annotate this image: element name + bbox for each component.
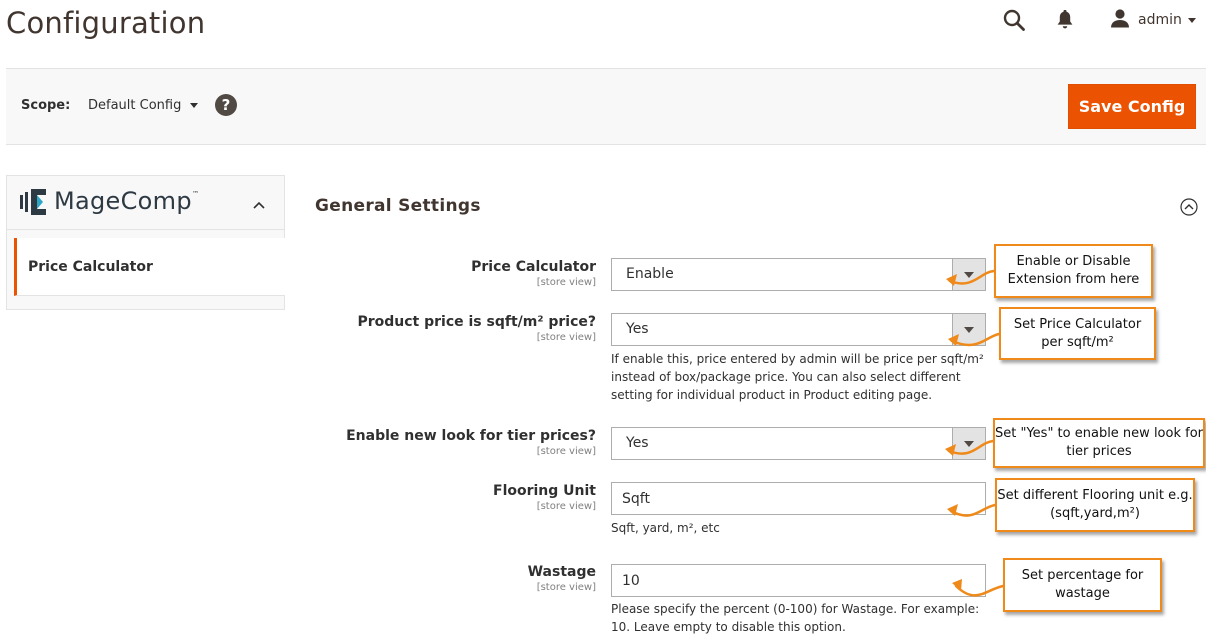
dropdown-arrow-icon: [952, 428, 985, 459]
user-icon: [1110, 8, 1130, 32]
brand-trademark: ™: [192, 190, 199, 198]
brand-name: MageComp: [54, 187, 192, 215]
wastage-input[interactable]: [611, 564, 986, 597]
select-value: Enable: [626, 266, 674, 282]
chevron-down-icon: [190, 103, 199, 108]
field-label-sqft-price: Product price is sqft/m² price?: [357, 314, 596, 330]
field-scope-hint: [store view]: [536, 277, 596, 288]
scope-label: Scope:: [21, 98, 71, 113]
config-sidebar: MageComp ™ Price Calculator: [6, 175, 285, 310]
sidebar-divider: [7, 229, 284, 230]
select-value: Yes: [626, 321, 649, 337]
field-label-tier-prices: Enable new look for tier prices?: [346, 428, 596, 444]
field-scope-hint: [store view]: [536, 446, 596, 457]
field-scope-hint: [store view]: [536, 501, 596, 512]
flooring-unit-input[interactable]: [611, 482, 986, 515]
price-calculator-select[interactable]: Enable: [611, 258, 986, 291]
field-label-flooring-unit: Flooring Unit: [493, 483, 596, 499]
callout-enable-extension: Enable or Disable Extension from here: [994, 244, 1153, 298]
user-name: admin: [1138, 12, 1182, 28]
field-label-price-calculator: Price Calculator: [471, 259, 596, 275]
callout-sqft-price: Set Price Calculator per sqft/m²: [999, 307, 1156, 360]
callout-tier-prices: Set "Yes" to enable new look for tier pr…: [993, 418, 1205, 468]
scope-switcher[interactable]: Default Config: [88, 98, 199, 113]
dropdown-arrow-icon: [952, 314, 985, 345]
field-scope-hint: [store view]: [536, 582, 596, 593]
scope-value: Default Config: [88, 98, 182, 113]
user-menu[interactable]: admin: [1110, 8, 1196, 32]
search-icon[interactable]: [1002, 8, 1026, 32]
magecomp-logo-icon: [20, 188, 48, 216]
section-title[interactable]: General Settings: [315, 196, 481, 216]
chevron-down-icon: [1187, 17, 1196, 23]
chevron-up-icon: [252, 197, 266, 211]
collapse-circle-icon[interactable]: [1180, 198, 1198, 216]
bell-icon[interactable]: [1054, 8, 1076, 32]
sqft-price-select[interactable]: Yes: [611, 313, 986, 346]
field-scope-hint: [store view]: [536, 332, 596, 343]
field-note-wastage: Please specify the percent (0-100) for W…: [611, 602, 980, 634]
field-note-sqft-price: If enable this, price entered by admin w…: [611, 352, 984, 402]
select-value: Yes: [626, 435, 649, 451]
field-note-flooring-unit: Sqft, yard, m², etc: [611, 521, 720, 535]
callout-wastage: Set percentage for wastage: [1003, 558, 1162, 612]
dropdown-arrow-icon: [952, 259, 985, 290]
page-title: Configuration: [6, 6, 206, 40]
tier-prices-select[interactable]: Yes: [611, 427, 986, 460]
field-label-wastage: Wastage: [527, 564, 596, 580]
sidebar-tab-magecomp[interactable]: MageComp ™: [7, 176, 284, 230]
sidebar-item-price-calculator[interactable]: Price Calculator: [14, 238, 285, 296]
help-icon[interactable]: ?: [215, 94, 237, 116]
scope-toolbar: Scope: Default Config ? Save Config: [6, 68, 1206, 145]
save-config-button[interactable]: Save Config: [1068, 84, 1196, 129]
callout-flooring-unit: Set different Flooring unit e.g.(sqft,ya…: [995, 478, 1195, 532]
